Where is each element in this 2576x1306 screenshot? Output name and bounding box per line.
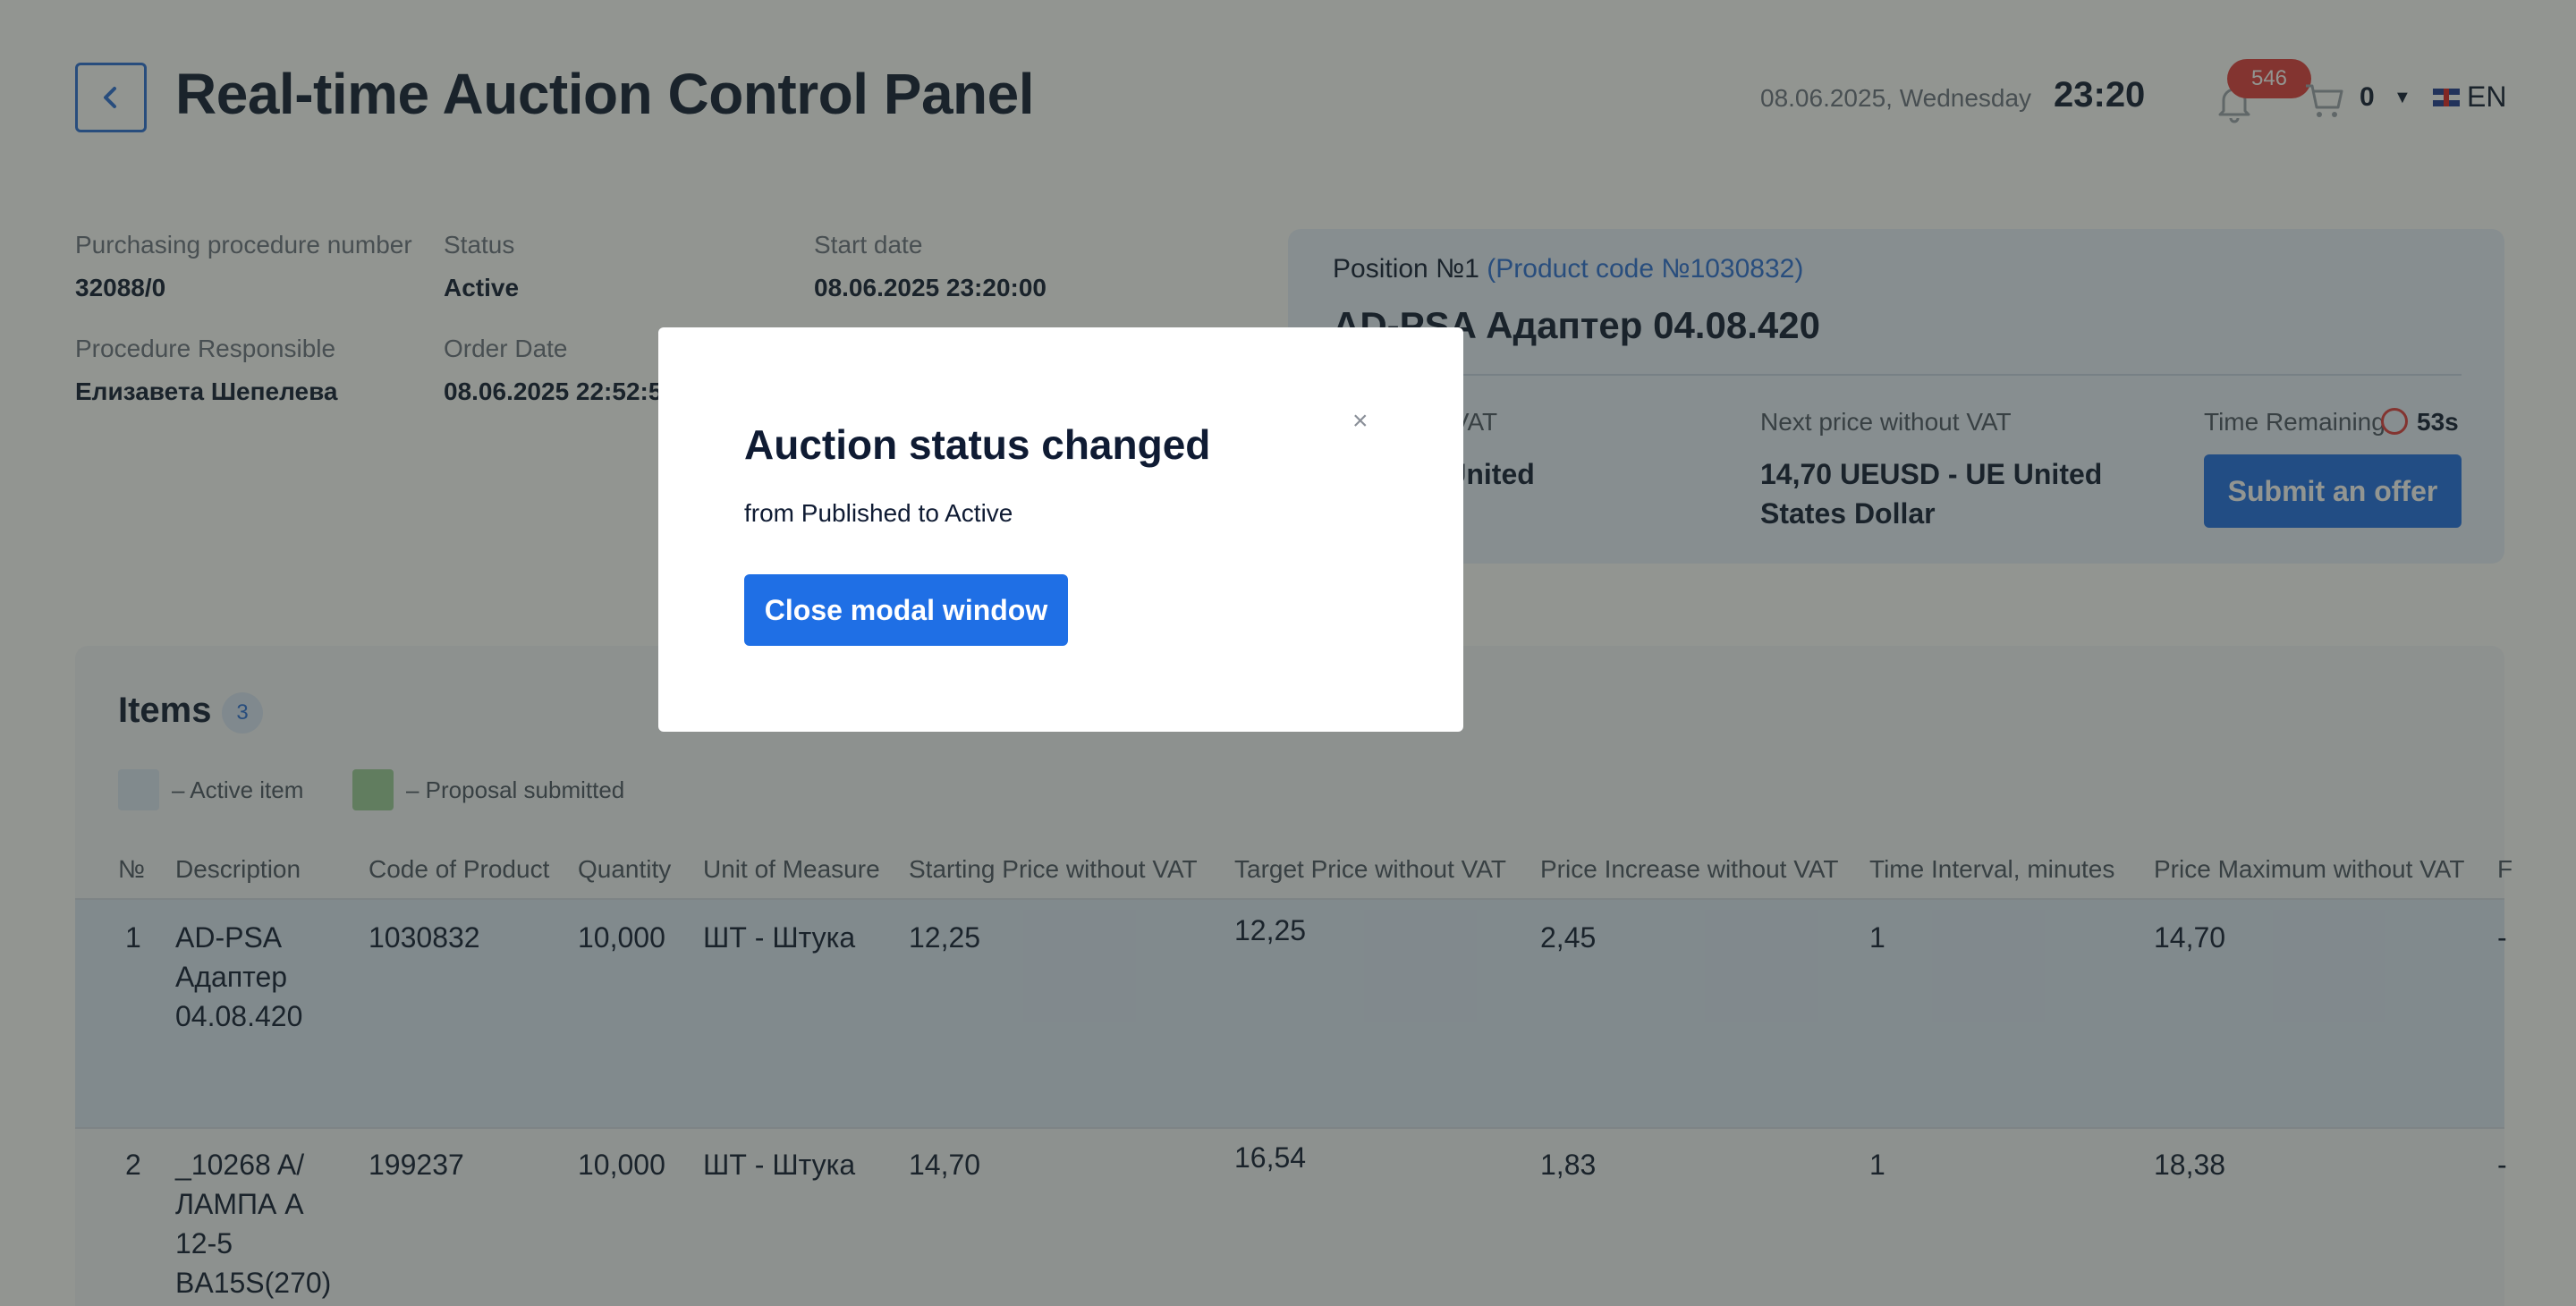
modal-title: Auction status changed [744,421,1211,468]
modal-message: from Published to Active [744,499,1013,527]
status-modal: Auction status changed × from Published … [658,327,1463,732]
close-modal-button[interactable]: Close modal window [744,574,1068,646]
close-icon[interactable]: × [1352,406,1368,437]
